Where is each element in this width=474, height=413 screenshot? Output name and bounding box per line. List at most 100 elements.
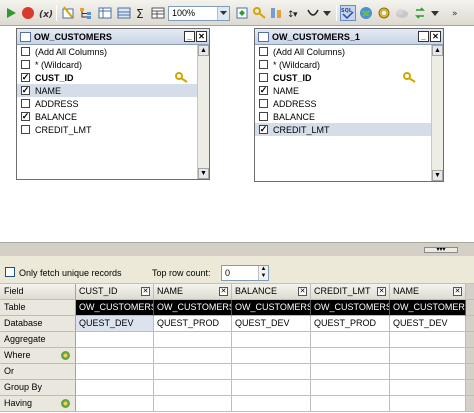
table-box-ow-customers-1[interactable]: OW_CUSTOMERS_1 _ ✕ (Add All Columns) * (… — [254, 28, 444, 182]
aggregate-cell[interactable] — [154, 332, 232, 348]
or-cell[interactable] — [232, 364, 311, 380]
tools-icon[interactable] — [268, 5, 284, 21]
database-cell[interactable]: QUEST_DEV — [232, 316, 311, 332]
table-cell[interactable]: OW_CUSTOMERS — [154, 300, 232, 316]
checkbox[interactable] — [259, 112, 268, 121]
column-row[interactable]: ADDRESS — [17, 97, 209, 110]
having-cell[interactable] — [232, 396, 311, 412]
where-cell[interactable] — [311, 348, 390, 364]
having-cell[interactable] — [154, 396, 232, 412]
scrollbar[interactable]: ▲ ▼ — [197, 45, 209, 179]
scrollbar[interactable]: ▲ ▼ — [431, 45, 443, 181]
chevron-down-icon[interactable] — [427, 5, 443, 21]
field-header-cell[interactable]: CUST_ID ✕ — [76, 284, 154, 300]
splitter-handle[interactable]: ▾▾▾ — [424, 247, 458, 253]
stop-icon[interactable] — [20, 5, 36, 21]
cloud-icon[interactable] — [394, 5, 410, 21]
checkbox[interactable] — [259, 60, 268, 69]
chevron-down-icon[interactable] — [319, 5, 335, 21]
wizard-icon[interactable] — [60, 5, 76, 21]
table-title-bar[interactable]: OW_CUSTOMERS_1 _ ✕ — [255, 29, 443, 45]
group-by-cell[interactable] — [154, 380, 232, 396]
close-icon[interactable]: ✕ — [219, 287, 228, 296]
checkbox[interactable] — [21, 125, 30, 134]
where-cell[interactable] — [232, 348, 311, 364]
or-cell[interactable] — [154, 364, 232, 380]
column-row[interactable]: ✓ NAME — [255, 84, 443, 97]
refresh-icon[interactable] — [412, 5, 428, 21]
database-cell[interactable]: QUEST_DEV — [76, 316, 154, 332]
expression-builder-icon[interactable] — [60, 350, 71, 361]
scroll-down-icon[interactable]: ▼ — [432, 170, 443, 181]
checkbox-checked[interactable]: ✓ — [259, 86, 268, 95]
minimize-icon[interactable]: _ — [418, 31, 429, 42]
close-icon[interactable]: ✕ — [377, 287, 386, 296]
where-cell[interactable] — [154, 348, 232, 364]
or-cell[interactable] — [311, 364, 390, 380]
sql-icon[interactable]: SQL — [340, 5, 356, 21]
checkbox[interactable] — [259, 73, 268, 82]
top-row-count-stepper[interactable]: 0 ▲ ▼ — [221, 265, 269, 281]
group-by-cell[interactable] — [232, 380, 311, 396]
filter-icon[interactable]: ↕ ▾ — [286, 5, 302, 21]
tree-icon[interactable] — [78, 5, 94, 21]
chevron-down-icon[interactable] — [217, 7, 229, 20]
key-icon[interactable] — [252, 5, 268, 21]
checkbox[interactable] — [21, 60, 30, 69]
table-box-ow-customers[interactable]: OW_CUSTOMERS _ ✕ (Add All Columns) * (Wi… — [16, 28, 210, 180]
or-cell[interactable] — [390, 364, 466, 380]
close-icon[interactable]: ✕ — [298, 287, 307, 296]
checkbox[interactable] — [21, 99, 30, 108]
table-icon[interactable] — [116, 5, 132, 21]
unique-records-checkbox[interactable] — [5, 267, 15, 277]
grid-icon[interactable] — [97, 5, 113, 21]
column-row[interactable]: * (Wildcard) — [17, 58, 209, 71]
database-cell[interactable]: QUEST_PROD — [154, 316, 232, 332]
checkbox-checked[interactable]: ✓ — [21, 73, 30, 82]
scroll-down-icon[interactable]: ▼ — [198, 168, 209, 179]
aggregate-cell[interactable] — [232, 332, 311, 348]
minimize-icon[interactable]: _ — [184, 31, 195, 42]
column-row[interactable]: ADDRESS — [255, 97, 443, 110]
database-cell[interactable]: QUEST_DEV — [390, 316, 466, 332]
column-row[interactable]: (Add All Columns) — [17, 45, 209, 58]
group-by-cell[interactable] — [76, 380, 154, 396]
splitter[interactable]: ▾▾▾ — [0, 242, 474, 256]
aggregate-cell[interactable] — [76, 332, 154, 348]
database-cell[interactable]: QUEST_PROD — [311, 316, 390, 332]
column-row[interactable]: ✓ NAME — [17, 84, 209, 97]
scroll-up-icon[interactable]: ▲ — [432, 45, 443, 56]
field-header-cell[interactable]: BALANCE ✕ — [232, 284, 311, 300]
column-row[interactable]: CUST_ID — [255, 71, 443, 84]
column-row[interactable]: CREDIT_LMT — [17, 123, 209, 136]
sum-icon[interactable]: Σ — [133, 5, 149, 21]
checkbox[interactable] — [259, 99, 268, 108]
scroll-up-icon[interactable]: ▲ — [198, 45, 209, 56]
group-by-cell[interactable] — [390, 380, 466, 396]
checkbox-checked[interactable]: ✓ — [259, 125, 268, 134]
fit-icon[interactable] — [234, 5, 250, 21]
having-cell[interactable] — [311, 396, 390, 412]
column-row[interactable]: ✓ CREDIT_LMT — [255, 123, 443, 136]
checkbox-checked[interactable]: ✓ — [21, 86, 30, 95]
table-cell[interactable]: OW_CUSTOMERS — [390, 300, 466, 316]
close-icon[interactable]: ✕ — [453, 287, 462, 296]
diagram-canvas[interactable]: OW_CUSTOMERS _ ✕ (Add All Columns) * (Wi… — [0, 26, 474, 242]
close-icon[interactable]: ✕ — [430, 31, 441, 42]
table-cell[interactable]: OW_CUSTOMERS — [232, 300, 311, 316]
having-cell[interactable] — [390, 396, 466, 412]
checkbox[interactable] — [21, 47, 30, 56]
aggregate-cell[interactable] — [390, 332, 466, 348]
close-icon[interactable]: ✕ — [196, 31, 207, 42]
globe-icon[interactable] — [358, 5, 374, 21]
having-cell[interactable] — [76, 396, 154, 412]
group-by-cell[interactable] — [311, 380, 390, 396]
expression-builder-icon[interactable] — [60, 398, 71, 409]
field-header-cell[interactable]: NAME ✕ — [154, 284, 232, 300]
checkbox-checked[interactable]: ✓ — [21, 112, 30, 121]
column-row[interactable]: (Add All Columns) — [255, 45, 443, 58]
gear-icon[interactable] — [376, 5, 392, 21]
table-icon[interactable] — [150, 5, 166, 21]
column-row[interactable]: BALANCE — [255, 110, 443, 123]
checkbox[interactable] — [259, 47, 268, 56]
